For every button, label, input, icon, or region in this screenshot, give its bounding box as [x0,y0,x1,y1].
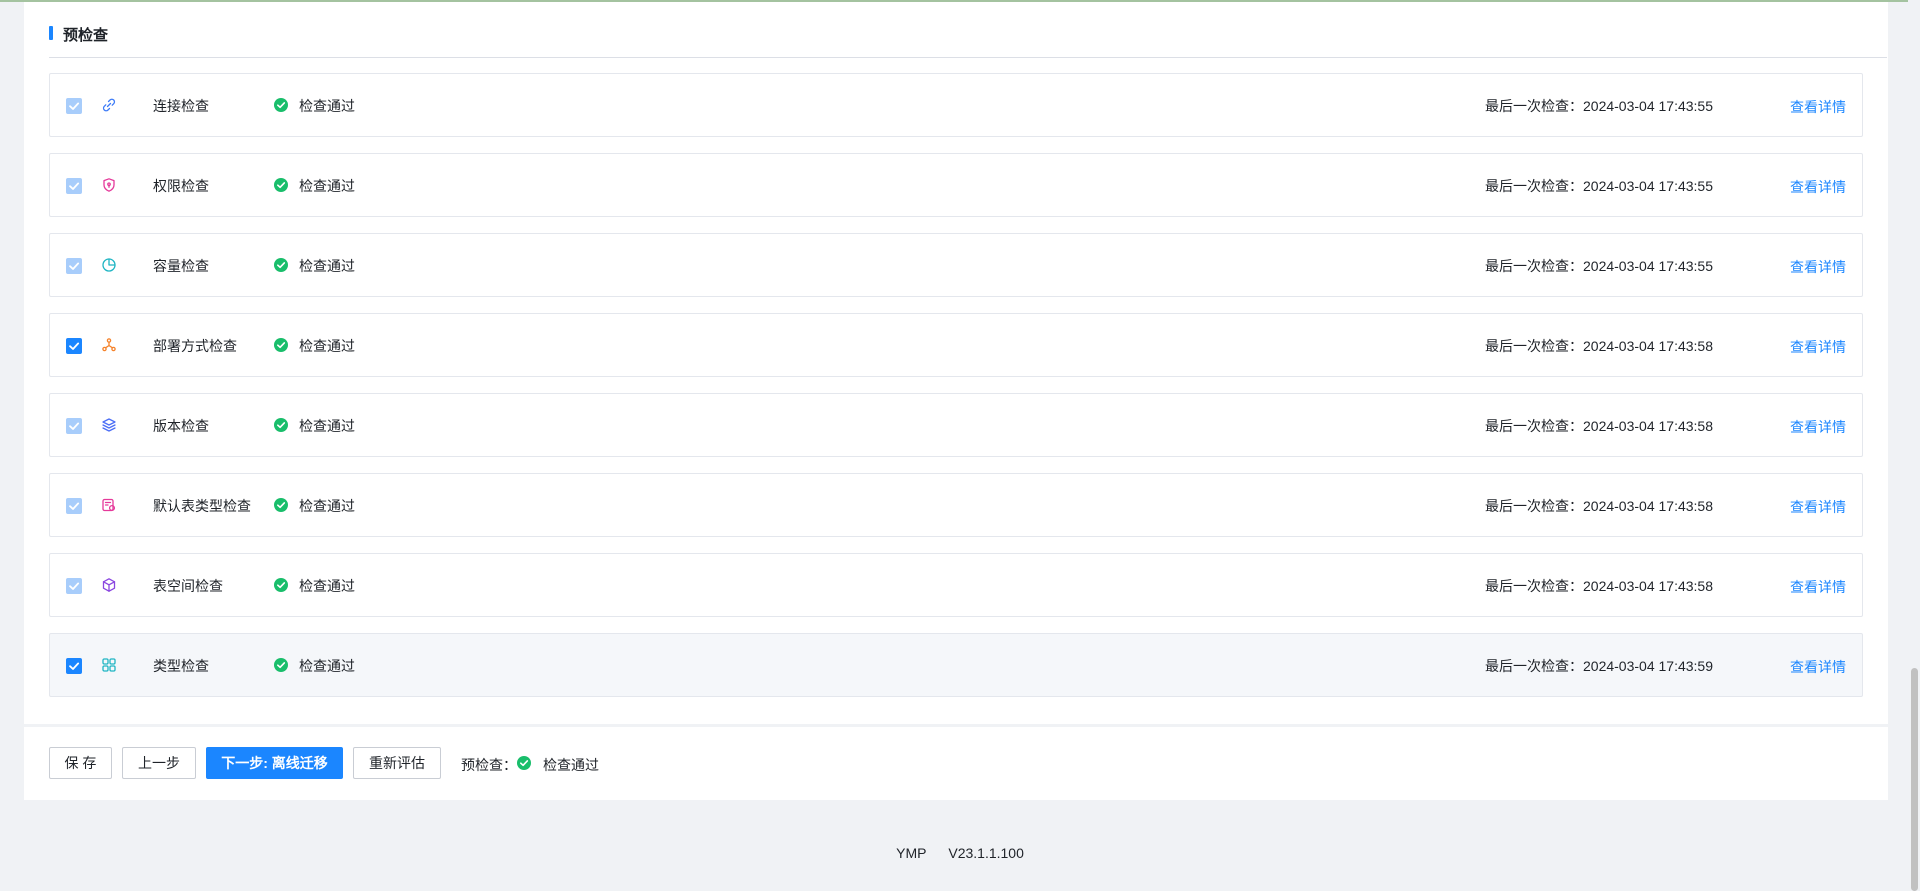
last-check-label: 最后一次检查： [1485,338,1583,354]
last-check-time: 2024-03-04 17:43:59 [1583,658,1713,674]
check-row: 权限检查 检查通过 最后一次检查：2024-03-04 17:43:55 查看详情 [49,153,1863,217]
check-circle-icon [274,338,288,352]
last-check-label: 最后一次检查： [1485,578,1583,594]
shield-icon [103,178,115,192]
check-status: 检查通过 [299,658,355,674]
check-name: 表空间检查 [153,578,223,594]
check-name: 权限检查 [153,178,209,194]
check-checkbox[interactable] [66,258,82,274]
reassess-button[interactable]: 重新评估 [353,747,441,779]
pie-chart-icon [102,258,116,272]
last-check-label: 最后一次检查： [1485,178,1583,194]
check-row: 类型检查 检查通过 最后一次检查：2024-03-04 17:43:59 查看详情 [49,633,1863,697]
view-details-link[interactable]: 查看详情 [1790,177,1846,197]
cube-icon [102,578,116,592]
link-icon [102,98,116,112]
view-details-link[interactable]: 查看详情 [1790,577,1846,597]
check-circle-icon [274,258,288,272]
last-check-info: 最后一次检查：2024-03-04 17:43:55 [1485,96,1713,116]
check-circle-icon [274,418,288,432]
last-check-info: 最后一次检查：2024-03-04 17:43:55 [1485,256,1713,276]
view-details-link[interactable]: 查看详情 [1790,497,1846,517]
check-name: 默认表类型检查 [153,498,251,514]
check-checkbox[interactable] [66,578,82,594]
check-checkbox[interactable] [66,178,82,194]
last-check-info: 最后一次检查：2024-03-04 17:43:58 [1485,336,1713,356]
check-row: 连接检查 检查通过 最后一次检查：2024-03-04 17:43:55 查看详情 [49,73,1863,137]
last-check-time: 2024-03-04 17:43:55 [1583,98,1713,114]
check-circle-icon [274,658,288,672]
grid-icon [102,658,116,672]
last-check-time: 2024-03-04 17:43:58 [1583,578,1713,594]
check-status: 检查通过 [299,178,355,194]
last-check-label: 最后一次检查： [1485,418,1583,434]
check-circle-icon [274,178,288,192]
check-circle-icon [274,498,288,512]
check-checkbox[interactable] [66,98,82,114]
next-step-button[interactable]: 下一步: 离线迁移 [206,747,343,779]
page-footer: YMP V23.1.1.100 [0,845,1920,861]
precheck-summary-status: 检查通过 [543,757,599,773]
check-row: 部署方式检查 检查通过 最后一次检查：2024-03-04 17:43:58 查看详情 [49,313,1863,377]
check-status: 检查通过 [299,578,355,594]
check-status: 检查通过 [299,498,355,514]
check-checkbox[interactable] [66,498,82,514]
view-details-link[interactable]: 查看详情 [1790,257,1846,277]
previous-step-button[interactable]: 上一步 [122,747,196,779]
check-row: 版本检查 检查通过 最后一次检查：2024-03-04 17:43:58 查看详情 [49,393,1863,457]
section-title: 预检查 [63,27,109,44]
view-details-link[interactable]: 查看详情 [1790,657,1846,677]
version-text: V23.1.1.100 [948,845,1024,861]
last-check-time: 2024-03-04 17:43:55 [1583,258,1713,274]
check-name: 类型检查 [153,658,209,674]
last-check-label: 最后一次检查： [1485,98,1583,114]
last-check-info: 最后一次检查：2024-03-04 17:43:59 [1485,656,1713,676]
check-name: 连接检查 [153,98,209,114]
check-status: 检查通过 [299,338,355,354]
check-name: 版本检查 [153,418,209,434]
check-circle-icon [274,98,288,112]
check-checkbox[interactable] [66,418,82,434]
last-check-time: 2024-03-04 17:43:58 [1583,418,1713,434]
precheck-card: 预检查 连接检查 检查通过 最后一次检查：2024-03-04 17:43:55 查看… [24,2,1888,724]
check-status: 检查通过 [299,258,355,274]
check-row: 默认表类型检查 检查通过 最后一次检查：2024-03-04 17:43:58 查看详… [49,473,1863,537]
check-circle-icon [517,756,531,770]
check-name: 容量检查 [153,258,209,274]
last-check-time: 2024-03-04 17:43:58 [1583,338,1713,354]
view-details-link[interactable]: 查看详情 [1790,417,1846,437]
last-check-info: 最后一次检查：2024-03-04 17:43:58 [1485,496,1713,516]
section-divider [49,57,1887,58]
product-name: YMP [896,845,927,861]
check-row: 表空间检查 检查通过 最后一次检查：2024-03-04 17:43:58 查看详情 [49,553,1863,617]
last-check-label: 最后一次检查： [1485,258,1583,274]
view-details-link[interactable]: 查看详情 [1790,337,1846,357]
section-accent-bar [49,26,53,40]
table-type-icon [102,498,116,512]
check-circle-icon [274,578,288,592]
check-status: 检查通过 [299,98,355,114]
last-check-info: 最后一次检查：2024-03-04 17:43:58 [1485,416,1713,436]
check-row: 容量检查 检查通过 最后一次检查：2024-03-04 17:43:55 查看详情 [49,233,1863,297]
check-checkbox[interactable] [66,338,82,354]
layers-icon [102,418,116,432]
last-check-info: 最后一次检查：2024-03-04 17:43:58 [1485,576,1713,596]
last-check-label: 最后一次检查： [1485,658,1583,674]
check-name: 部署方式检查 [153,338,237,354]
last-check-label: 最后一次检查： [1485,498,1583,514]
save-button[interactable]: 保 存 [49,747,112,779]
precheck-summary-label: 预检查： [461,757,517,773]
view-details-link[interactable]: 查看详情 [1790,97,1846,117]
check-status: 检查通过 [299,418,355,434]
last-check-time: 2024-03-04 17:43:55 [1583,178,1713,194]
action-bar: 保 存 上一步 下一步: 离线迁移 重新评估 预检查： 检查通过 [24,727,1888,800]
scrollbar-thumb[interactable] [1911,668,1918,891]
check-checkbox[interactable] [66,658,82,674]
deployment-icon [102,338,116,352]
last-check-info: 最后一次检查：2024-03-04 17:43:55 [1485,176,1713,196]
last-check-time: 2024-03-04 17:43:58 [1583,498,1713,514]
